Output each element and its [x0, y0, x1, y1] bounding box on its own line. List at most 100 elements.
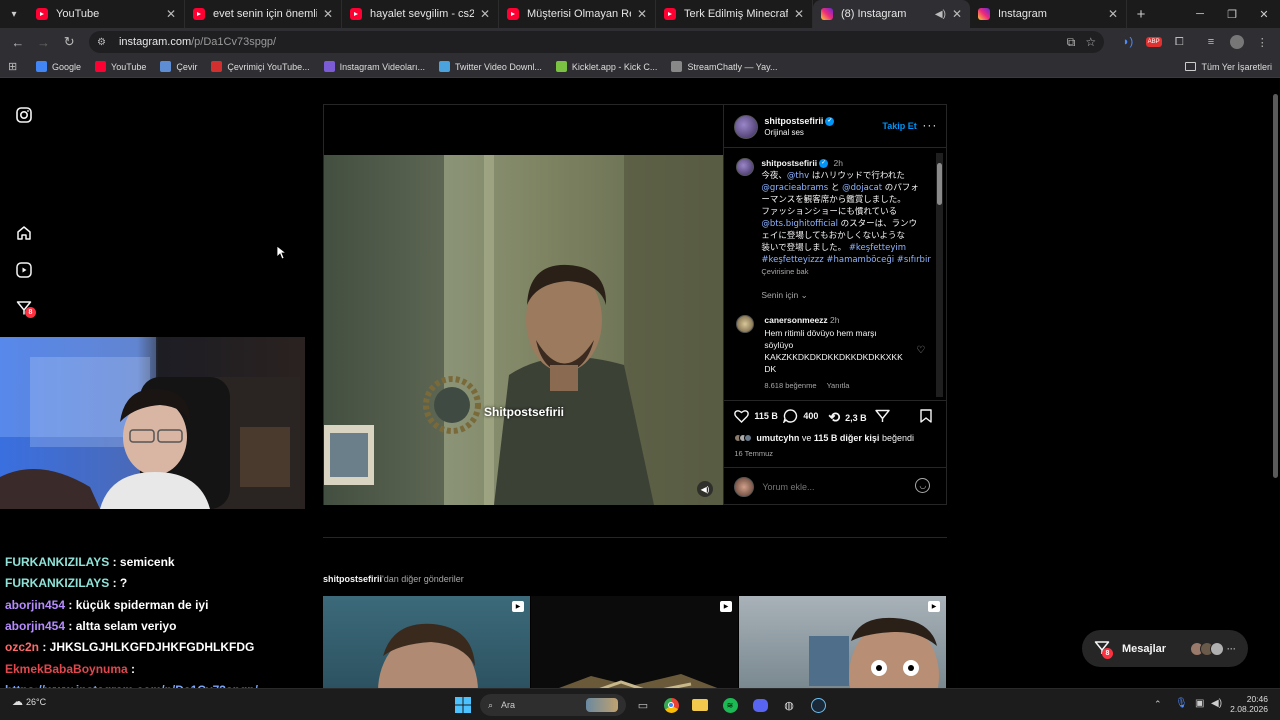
chrome-icon[interactable] — [661, 695, 681, 715]
extension-audio-icon[interactable]: ◗) — [1116, 31, 1140, 53]
restore-icon[interactable]: ❐ — [1216, 8, 1248, 21]
bookmark-item[interactable]: Çevir — [160, 61, 197, 72]
start-menu-icon[interactable] — [453, 695, 473, 715]
tab-close-icon[interactable]: ✕ — [166, 7, 176, 21]
save-icon[interactable] — [920, 409, 933, 428]
site-info-icon[interactable]: ⚙ — [97, 37, 111, 48]
tab-audio-icon[interactable]: ◀) — [935, 9, 946, 20]
caption-mention-link[interactable]: @thv — [787, 171, 809, 181]
for-you-dropdown[interactable]: Senin için ⌄ — [761, 290, 807, 301]
reload-icon[interactable]: ↻ — [57, 30, 81, 54]
home-icon[interactable] — [15, 224, 33, 242]
minimize-icon[interactable]: ─ — [1184, 8, 1216, 21]
browser-menu-icon[interactable]: ⋮ — [1250, 31, 1274, 53]
weather-widget[interactable]: ☁ 26°C — [12, 695, 46, 708]
spotify-icon[interactable]: ≋ — [720, 695, 740, 715]
extensions-puzzle-icon[interactable]: ⧠ — [1167, 31, 1191, 53]
liked-by-others[interactable]: 115 B diğer kişi — [814, 433, 880, 443]
liked-by-user[interactable]: umutcyhn — [756, 433, 799, 443]
microphone-icon[interactable]: 🎙 — [1175, 698, 1188, 709]
reels-icon[interactable] — [15, 261, 33, 279]
browser-tab[interactable]: YouTube ✕ — [28, 0, 185, 28]
comments-scroll-area[interactable]: shitpostsefirii ✓ 2h 今夜、@thv はハリウッドで行われた @… — [724, 149, 946, 399]
page-scrollbar-thumb[interactable] — [1273, 94, 1278, 478]
monitor-icon[interactable]: ▣ — [1195, 698, 1204, 709]
install-app-icon[interactable]: ⧉ — [1067, 35, 1076, 50]
add-comment-input[interactable] — [762, 480, 903, 494]
reply-button[interactable]: Yanıtla — [827, 381, 850, 390]
browser-tab[interactable]: Müşterisi Olmayan Restoranlar ✕ — [499, 0, 656, 28]
browser-tab[interactable]: Terk Edilmiş Minecraft Sunucusu ✕ — [656, 0, 813, 28]
caption-mention-link[interactable]: @gracieabrams — [761, 183, 828, 193]
tab-close-icon[interactable]: ✕ — [637, 7, 647, 21]
tab-close-icon[interactable]: ✕ — [1108, 7, 1118, 21]
bookmark-item[interactable]: Instagram Videoları... — [323, 61, 425, 72]
tab-close-icon[interactable]: ✕ — [952, 7, 962, 21]
forward-icon[interactable]: → — [32, 30, 56, 54]
volume-icon[interactable]: ◀) — [1211, 698, 1222, 709]
caption-mention-link[interactable]: #keşfetteyizzz #hamamböceği #sıfırbir — [761, 255, 930, 265]
comments-scrollbar[interactable] — [936, 153, 944, 397]
audio-label[interactable]: Orijinal ses — [764, 128, 804, 137]
steam-icon[interactable] — [808, 695, 828, 715]
share-icon[interactable] — [875, 409, 891, 428]
media-control-icon[interactable]: ≡ — [1199, 31, 1223, 53]
profile-avatar-icon[interactable] — [1225, 31, 1249, 53]
tab-close-icon[interactable]: ✕ — [480, 7, 490, 21]
browser-tab[interactable]: (8) Instagram ◀) ✕ — [813, 0, 970, 28]
author-username[interactable]: shitpostsefirii ✓ — [764, 116, 835, 127]
bookmark-item[interactable]: YouTube — [95, 61, 146, 72]
instagram-logo-icon[interactable] — [15, 106, 33, 124]
comment-likes[interactable]: 8.618 beğenme — [764, 381, 816, 390]
extension-adblock-icon[interactable]: ABP — [1142, 31, 1166, 53]
repost-button[interactable]: ⟲ 2,3 B — [828, 409, 866, 426]
tab-close-icon[interactable]: ✕ — [323, 7, 333, 21]
close-window-icon[interactable]: ✕ — [1248, 8, 1280, 21]
taskbar-search[interactable]: ⌕ Ara — [480, 694, 626, 716]
discord-icon[interactable] — [750, 695, 770, 715]
bookmark-item[interactable]: Google — [36, 61, 81, 72]
more-options-icon[interactable]: ··· — [922, 118, 937, 132]
see-translation-link[interactable]: Çevirisine bak — [761, 267, 808, 276]
comment-username[interactable]: canersonmeezz — [764, 315, 827, 325]
new-tab-button[interactable]: + — [1127, 6, 1155, 23]
task-view-icon[interactable]: ▭ — [633, 695, 653, 715]
emoji-icon[interactable]: ◡ — [915, 478, 931, 493]
more-posts-user[interactable]: shitpostsefirii — [323, 574, 382, 584]
all-bookmarks-button[interactable]: Tüm Yer İşaretleri — [1185, 62, 1272, 72]
caption-username[interactable]: shitpostsefirii — [761, 158, 817, 168]
video-player[interactable]: Shitpostsefirii ◀) — [324, 105, 724, 505]
bookmark-item[interactable]: Twitter Video Downl... — [439, 61, 542, 72]
tab-search-icon[interactable]: ▾ — [0, 0, 28, 28]
browser-tab[interactable]: Instagram ✕ — [970, 0, 1127, 28]
caption-mention-link[interactable]: #keşfetteyim — [849, 243, 906, 253]
comments-scrollbar-thumb[interactable] — [937, 163, 943, 205]
tab-close-icon[interactable]: ✕ — [794, 7, 804, 21]
comment-like-icon[interactable]: ♡ — [916, 345, 925, 356]
clock[interactable]: 20:46 2.08.2026 — [1230, 694, 1268, 714]
browser-tab[interactable]: hayalet sevgilim - cs2 - YouTube ✕ — [342, 0, 499, 28]
page-scrollbar[interactable] — [1270, 80, 1280, 696]
bookmark-star-icon[interactable]: ☆ — [1085, 35, 1096, 50]
caption-mention-link[interactable]: @dojacat — [842, 183, 882, 193]
caption-author-avatar[interactable] — [736, 158, 755, 176]
messages-button[interactable]: 8 Mesajlar ··· — [1082, 630, 1248, 667]
apps-grid-icon[interactable]: ⊞ — [8, 60, 22, 73]
tray-overflow-icon[interactable]: ⌃ — [1154, 699, 1162, 710]
bookmark-item[interactable]: Kicklet.app - Kick C... — [555, 61, 657, 72]
file-explorer-icon[interactable] — [690, 695, 710, 715]
mute-toggle-icon[interactable]: ◀) — [697, 481, 713, 497]
direct-messages-icon[interactable]: 8 — [15, 299, 36, 318]
author-avatar[interactable] — [734, 115, 759, 139]
address-bar[interactable]: ⚙ instagram.com/p/Da1Cv73spgp/ ⧉ ☆ — [88, 31, 1105, 53]
commenter-avatar[interactable] — [736, 315, 755, 333]
comment-button[interactable]: 400 — [783, 409, 818, 423]
like-button[interactable]: 115 B — [734, 409, 778, 423]
back-icon[interactable]: ← — [6, 30, 30, 54]
bookmark-item[interactable]: StreamChatly — Yay... — [671, 61, 777, 72]
caption-mention-link[interactable]: @bts.bighitofficial — [761, 219, 838, 229]
browser-tab[interactable]: evet senin için önemli - YouTube ✕ — [185, 0, 342, 28]
app-icon[interactable]: ◍ — [779, 695, 799, 715]
follow-button[interactable]: Takip Et — [882, 121, 916, 131]
bookmark-item[interactable]: Çevrimiçi YouTube... — [211, 61, 310, 72]
